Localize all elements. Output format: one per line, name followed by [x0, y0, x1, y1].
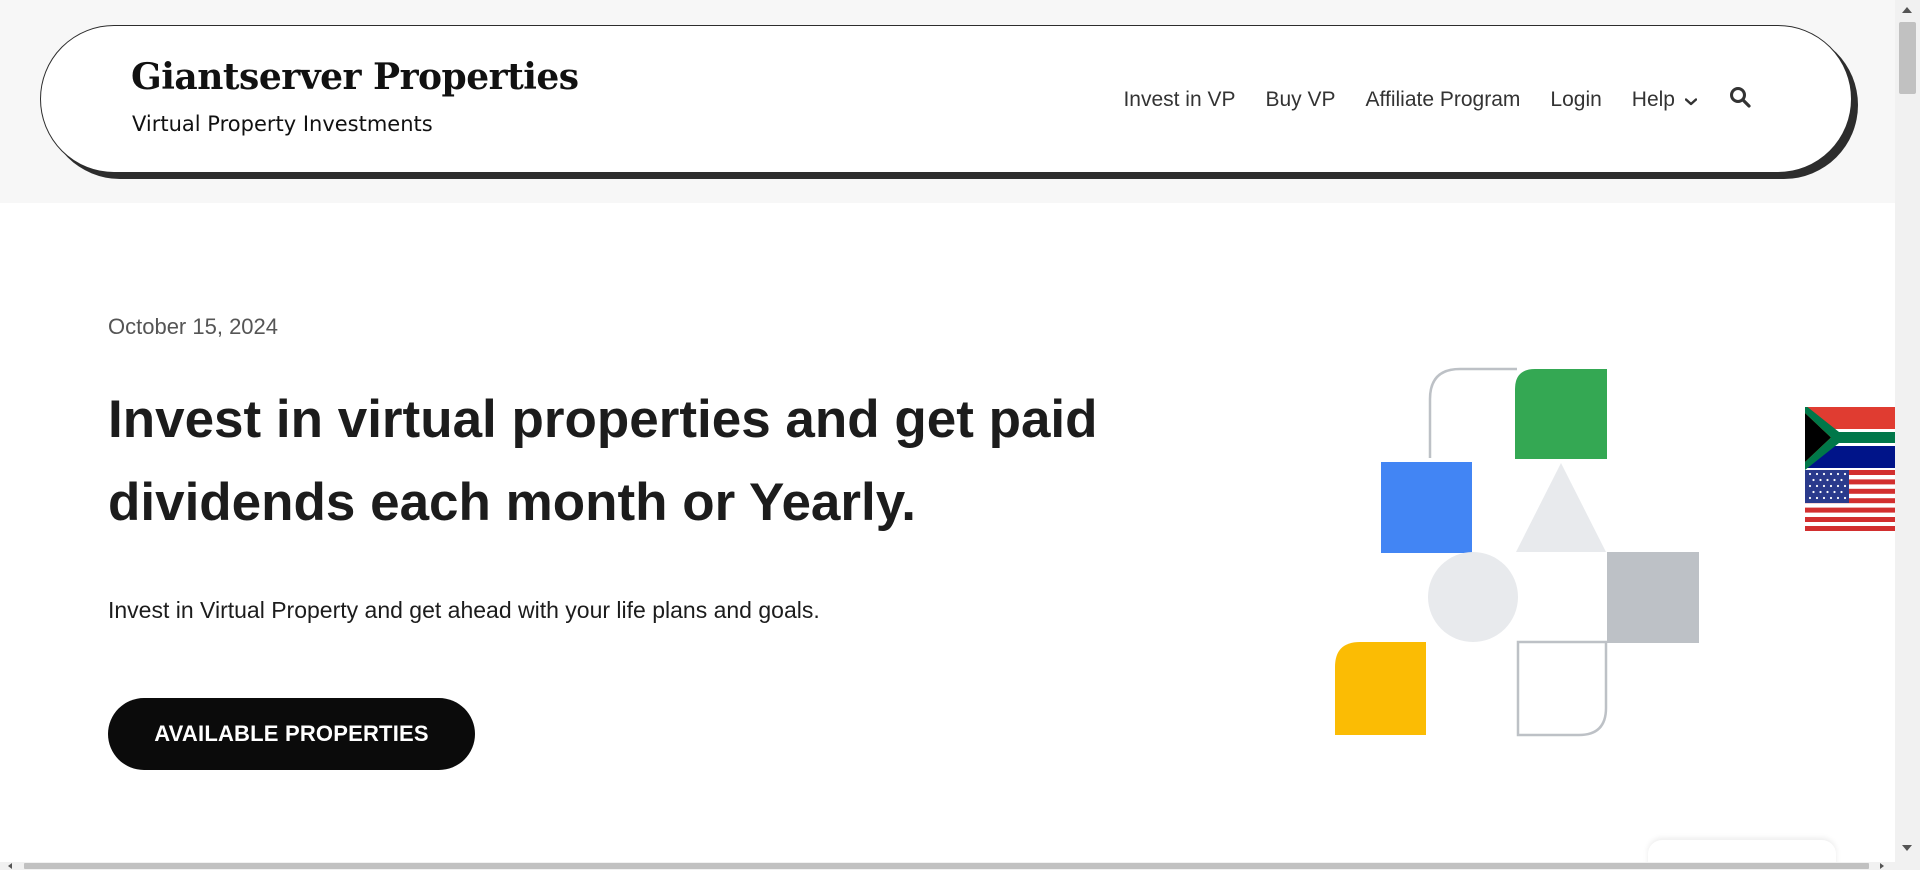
nav-item-invest-in-vp[interactable]: Invest in VP [1123, 88, 1235, 112]
outline-corner-shape [1428, 367, 1517, 458]
outline-square-shape [1516, 640, 1608, 737]
scroll-up-arrow-icon[interactable] [1902, 7, 1912, 13]
site-tagline: Virtual Property Investments [132, 112, 433, 136]
scroll-right-arrow-icon[interactable] [1880, 863, 1884, 869]
chevron-down-icon [1684, 88, 1698, 112]
post-date: October 15, 2024 [108, 314, 279, 339]
decorative-shapes-illustration [1335, 367, 1699, 737]
horizontal-scrollbar[interactable] [0, 862, 1895, 870]
gray-triangle [1516, 463, 1606, 552]
yellow-shape [1335, 642, 1426, 735]
horizontal-scroll-thumb[interactable] [24, 863, 1869, 869]
vertical-scroll-thumb[interactable] [1899, 22, 1916, 94]
site-title[interactable]: Giantserver Properties [131, 56, 579, 98]
language-switcher [1805, 407, 1895, 531]
green-shape [1515, 369, 1607, 459]
search-icon[interactable] [1729, 86, 1751, 113]
gray-circle [1428, 552, 1518, 642]
nav-item-affiliate-program[interactable]: Affiliate Program [1366, 88, 1521, 112]
page: Giantserver Properties Virtual Property … [0, 0, 1895, 862]
scroll-down-arrow-icon[interactable] [1902, 845, 1912, 851]
site-header: Giantserver Properties Virtual Property … [40, 25, 1852, 173]
gray-square [1607, 552, 1699, 643]
main-nav: Invest in VP Buy VP Affiliate Program Lo… [1093, 86, 1751, 113]
nav-item-help-label: Help [1631, 87, 1675, 111]
nav-item-buy-vp[interactable]: Buy VP [1266, 88, 1336, 112]
hero-title: Invest in virtual properties and get pai… [108, 390, 1098, 532]
nav-item-help[interactable]: Help [1631, 87, 1698, 112]
scroll-left-arrow-icon[interactable] [8, 863, 12, 869]
usa-flag-icon[interactable] [1805, 470, 1895, 531]
blue-square [1381, 462, 1472, 553]
vertical-scrollbar[interactable] [1895, 0, 1920, 870]
nav-item-login[interactable]: Login [1550, 88, 1601, 112]
south-africa-flag-icon[interactable] [1805, 407, 1895, 470]
floating-widget-tab[interactable] [1648, 840, 1836, 862]
hero-description: Invest in Virtual Property and get ahead… [108, 597, 820, 623]
available-properties-button[interactable]: AVAILABLE PROPERTIES [108, 698, 475, 770]
